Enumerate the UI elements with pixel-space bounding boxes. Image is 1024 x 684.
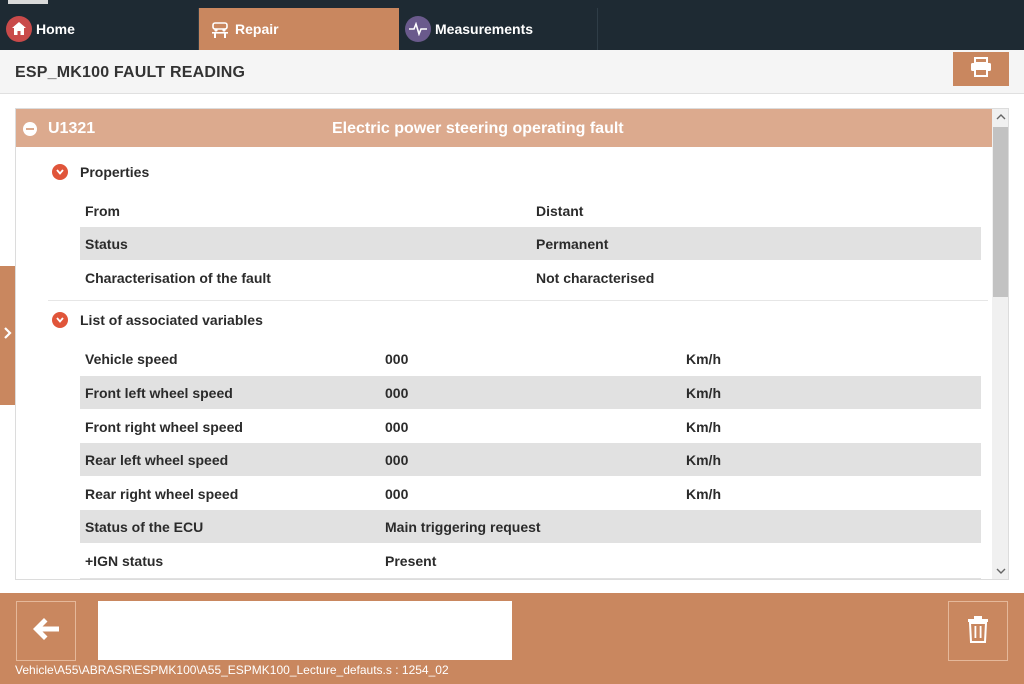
message-box [98, 601, 512, 660]
row-value: 000 [385, 452, 409, 468]
home-icon [6, 16, 32, 42]
trash-icon [966, 615, 990, 648]
waveform-icon [405, 16, 431, 42]
table-row-partial [80, 578, 981, 579]
tab-repair-label: Repair [235, 21, 279, 37]
row-label: Front right wheel speed [85, 419, 243, 435]
section-divider [48, 300, 988, 301]
table-row: From Distant [80, 194, 981, 227]
table-row: Status of the ECU Main triggering reques… [80, 510, 981, 543]
row-value: 000 [385, 351, 409, 367]
tab-home[interactable]: Home [0, 8, 199, 50]
scroll-down-icon[interactable] [992, 563, 1008, 579]
side-panel-toggle[interactable] [0, 266, 16, 405]
row-label: Front left wheel speed [85, 385, 233, 401]
row-label: Rear left wheel speed [85, 452, 229, 468]
fault-header[interactable]: U1321 Electric power steering operating … [16, 109, 992, 147]
row-unit: Km/h [686, 419, 721, 435]
row-value: Distant [536, 203, 584, 219]
top-navigation: Home Repair Measurements [0, 0, 1024, 50]
back-button[interactable] [16, 601, 76, 661]
scrollbar[interactable] [992, 109, 1008, 579]
scrollbar-thumb[interactable] [993, 127, 1008, 297]
fault-description: Electric power steering operating fault [332, 120, 624, 137]
chevron-down-icon [52, 164, 68, 180]
tab-home-label: Home [36, 21, 75, 37]
row-value: Main triggering request [385, 519, 541, 535]
fault-code: U1321 [48, 120, 96, 137]
tab-measurements[interactable]: Measurements [399, 8, 598, 50]
row-value: Permanent [536, 236, 609, 252]
row-value: 000 [385, 385, 409, 401]
car-lift-icon [209, 18, 231, 40]
top-strip [0, 0, 1024, 7]
delete-button[interactable] [948, 601, 1008, 661]
chevron-down-icon [52, 312, 68, 328]
table-row: Vehicle speed 000 Km/h [80, 342, 981, 375]
fault-panel: U1321 Electric power steering operating … [15, 108, 1009, 580]
table-row: Rear right wheel speed 000 Km/h [80, 477, 981, 510]
row-label: From [85, 203, 120, 219]
table-row: Front right wheel speed 000 Km/h [80, 410, 981, 443]
table-row: Status Permanent [80, 227, 981, 260]
section-variables[interactable]: List of associated variables [52, 312, 263, 328]
row-label: Status of the ECU [85, 519, 204, 535]
table-row: Rear left wheel speed 000 Km/h [80, 443, 981, 476]
footer-bar: Vehicle\A55\ABRASR\ESPMK100\A55_ESPMK100… [0, 593, 1024, 684]
row-unit: Km/h [686, 351, 721, 367]
arrow-left-icon [31, 616, 61, 647]
page-title: ESP_MK100 FAULT READING [15, 64, 246, 81]
print-button[interactable] [953, 52, 1009, 86]
scroll-up-icon[interactable] [992, 109, 1008, 125]
section-properties-label: Properties [80, 164, 150, 180]
row-unit: Km/h [686, 385, 721, 401]
row-label: Characterisation of the fault [85, 270, 271, 286]
row-label: Rear right wheel speed [85, 486, 239, 502]
printer-icon [970, 56, 992, 82]
tab-measurements-label: Measurements [435, 21, 534, 37]
title-bar: ESP_MK100 FAULT READING [0, 50, 1024, 94]
row-label: +IGN status [85, 553, 164, 569]
row-value: Not characterised [536, 270, 655, 286]
script-path: Vehicle\A55\ABRASR\ESPMK100\A55_ESPMK100… [15, 663, 449, 677]
row-unit: Km/h [686, 452, 721, 468]
section-variables-label: List of associated variables [80, 312, 263, 328]
section-properties[interactable]: Properties [52, 164, 149, 180]
row-label: Status [85, 236, 128, 252]
table-row: Characterisation of the fault Not charac… [80, 261, 981, 294]
row-value: 000 [385, 419, 409, 435]
row-value: 000 [385, 486, 409, 502]
row-unit: Km/h [686, 486, 721, 502]
row-value: Present [385, 553, 437, 569]
row-label: Vehicle speed [85, 351, 178, 367]
collapse-icon[interactable] [23, 122, 37, 136]
table-row: +IGN status Present [80, 544, 981, 577]
chevron-right-icon [3, 326, 13, 345]
table-row: Front left wheel speed 000 Km/h [80, 376, 981, 409]
tab-repair[interactable]: Repair [199, 8, 399, 50]
